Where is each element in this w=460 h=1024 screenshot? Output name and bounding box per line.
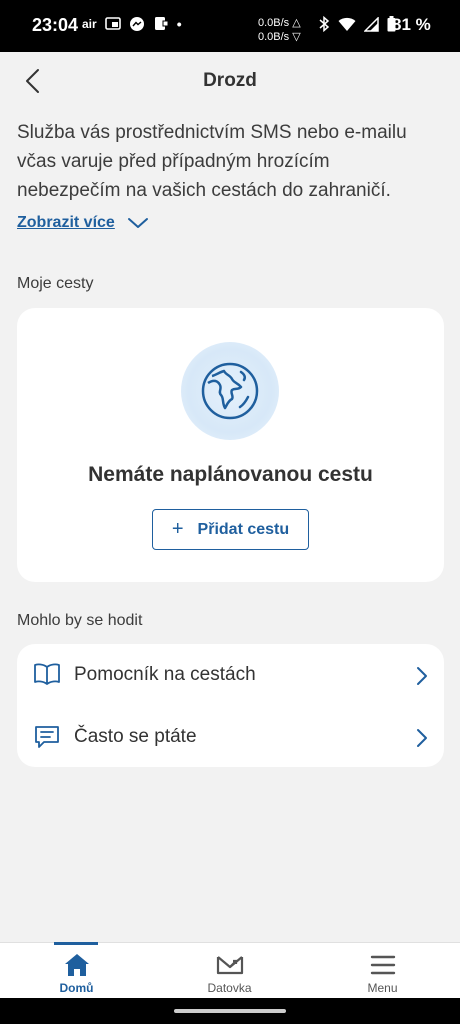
list-item-faq[interactable]: Často se ptáte	[17, 706, 444, 768]
gesture-handle[interactable]	[174, 1009, 286, 1013]
bottom-navigation: Domů Datovka Menu	[0, 942, 460, 998]
chevron-right-icon	[416, 666, 428, 691]
net-up: 0.0B/s △	[258, 17, 301, 29]
globe-badge	[181, 342, 279, 440]
wifi-icon	[338, 17, 356, 31]
network-speed: 0.0B/s △ 0.0B/s ▽	[258, 16, 301, 44]
home-icon	[64, 954, 89, 976]
more-notifications-dot: •	[176, 16, 182, 32]
air-icon: air	[82, 17, 97, 31]
bluetooth-icon	[319, 16, 330, 32]
nav-datovka[interactable]: Datovka	[153, 943, 306, 999]
chat-icon	[33, 724, 61, 755]
chevron-down-icon	[127, 218, 148, 228]
list-item-travel-helper[interactable]: Pomocník na cestách	[17, 644, 444, 706]
datovka-icon	[216, 956, 243, 975]
nav-home-label: Domů	[59, 981, 94, 995]
list-item-label: Pomocník na cestách	[74, 664, 256, 685]
globe-icon	[201, 362, 259, 420]
add-trip-button[interactable]: + Přidat cestu	[152, 509, 309, 550]
cast-icon	[104, 17, 121, 30]
nav-home[interactable]: Domů	[0, 943, 153, 999]
app-header: Drozd	[0, 52, 460, 110]
messenger-icon	[129, 17, 144, 31]
show-more-label: Zobrazit více	[17, 214, 115, 231]
system-icons	[318, 16, 396, 32]
add-trip-label: Přidat cestu	[197, 520, 290, 538]
useful-links-card: Pomocník na cestách Často se ptáte	[17, 644, 444, 767]
signal-icon	[364, 16, 379, 32]
trips-card: Nemáte naplánovanou cestu + Přidat cestu	[17, 308, 444, 582]
chevron-right-icon	[416, 728, 428, 753]
book-icon	[33, 662, 61, 691]
gesture-area	[0, 998, 460, 1024]
notification-icons: air •	[82, 16, 182, 32]
intro-text: Služba vás prostřednictvím SMS nebo e-ma…	[17, 122, 407, 201]
empty-state-title: Nemáte naplánovanou cestu	[88, 463, 373, 486]
net-down: 0.0B/s ▽	[258, 31, 301, 43]
app-notification-icon	[154, 17, 169, 30]
nav-menu[interactable]: Menu	[306, 943, 459, 999]
show-more-link[interactable]: Zobrazit více	[17, 214, 149, 232]
status-bar: 23:04 air • 0.0B/s △ 0.0B/s ▽ 81 %	[0, 0, 460, 52]
list-item-label: Často se ptáte	[74, 726, 197, 747]
my-trips-heading: Moje cesty	[17, 275, 94, 292]
useful-heading: Mohlo by se hodit	[17, 612, 143, 629]
battery-percent: 81 %	[392, 15, 431, 34]
page-title: Drozd	[203, 70, 257, 91]
menu-icon	[370, 955, 395, 975]
status-time: 23:04	[32, 15, 79, 35]
plus-icon: +	[171, 518, 184, 540]
nav-menu-label: Menu	[367, 981, 398, 995]
nav-datovka-label: Datovka	[207, 981, 252, 995]
